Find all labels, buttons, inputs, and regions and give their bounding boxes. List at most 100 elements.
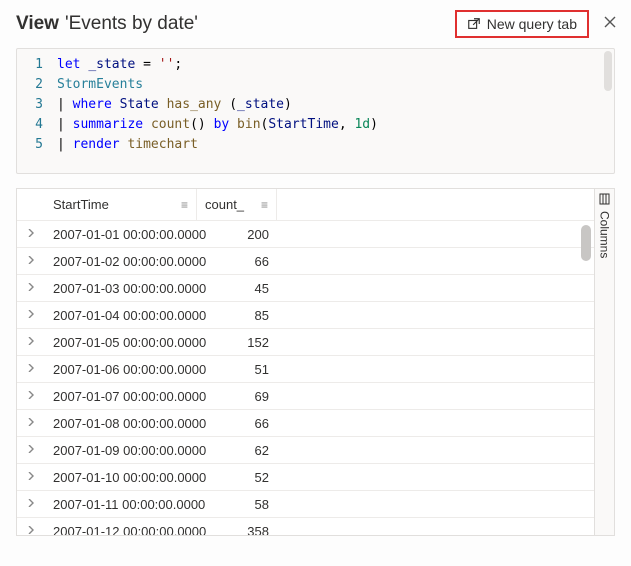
code-line: 5 | render timechart — [17, 135, 614, 155]
cell-starttime: 2007-01-07 00:00:00.0000 — [45, 389, 197, 404]
grid-scrollbar-thumb[interactable] — [581, 225, 591, 261]
cell-starttime: 2007-01-12 00:00:00.0000 — [45, 524, 197, 536]
cell-starttime: 2007-01-08 00:00:00.0000 — [45, 416, 197, 431]
table-row[interactable]: 2007-01-05 00:00:00.0000152 — [17, 329, 594, 356]
cell-starttime: 2007-01-02 00:00:00.0000 — [45, 254, 197, 269]
code-text[interactable]: let _state = ''; — [57, 55, 182, 75]
table-row[interactable]: 2007-01-01 00:00:00.0000200 — [17, 221, 594, 248]
editor-scrollbar[interactable] — [604, 51, 612, 91]
cell-starttime: 2007-01-10 00:00:00.0000 — [45, 470, 197, 485]
grid-body[interactable]: 2007-01-01 00:00:00.00002002007-01-02 00… — [17, 221, 594, 535]
table-row[interactable]: 2007-01-10 00:00:00.000052 — [17, 464, 594, 491]
cell-count: 152 — [197, 335, 277, 350]
cell-count: 66 — [197, 254, 277, 269]
row-expander[interactable] — [17, 310, 45, 321]
row-expander[interactable] — [17, 472, 45, 483]
row-expander[interactable] — [17, 283, 45, 294]
row-expander[interactable] — [17, 445, 45, 456]
cell-count: 69 — [197, 389, 277, 404]
columns-panel-toggle[interactable]: Columns — [594, 189, 614, 535]
table-row[interactable]: 2007-01-07 00:00:00.000069 — [17, 383, 594, 410]
cell-starttime: 2007-01-09 00:00:00.0000 — [45, 443, 197, 458]
cell-count: 62 — [197, 443, 277, 458]
chevron-right-icon — [27, 364, 35, 372]
line-number: 4 — [17, 115, 57, 135]
cell-starttime: 2007-01-06 00:00:00.0000 — [45, 362, 197, 377]
table-row[interactable]: 2007-01-06 00:00:00.000051 — [17, 356, 594, 383]
header-actions: New query tab — [455, 10, 621, 38]
cell-count: 85 — [197, 308, 277, 323]
line-number: 3 — [17, 95, 57, 115]
column-menu-icon[interactable]: ≡ — [261, 198, 268, 212]
cell-starttime: 2007-01-05 00:00:00.0000 — [45, 335, 197, 350]
open-external-icon — [467, 17, 481, 31]
cell-starttime: 2007-01-04 00:00:00.0000 — [45, 308, 197, 323]
chevron-right-icon — [27, 283, 35, 291]
new-query-tab-button[interactable]: New query tab — [455, 10, 589, 38]
line-number: 2 — [17, 75, 57, 95]
code-text[interactable]: | summarize count() by bin(StartTime, 1d… — [57, 115, 378, 135]
row-expander[interactable] — [17, 364, 45, 375]
row-expander[interactable] — [17, 499, 45, 510]
column-header-label: StartTime — [53, 197, 109, 212]
cell-count: 358 — [197, 524, 277, 536]
code-text[interactable]: | render timechart — [57, 135, 198, 155]
cell-starttime: 2007-01-11 00:00:00.0000 — [45, 497, 197, 512]
results-panel: StartTime ≡ count_ ≡ 2007-01-01 00:00:00… — [16, 188, 615, 536]
grid-header: StartTime ≡ count_ ≡ — [17, 189, 594, 221]
chevron-right-icon — [27, 391, 35, 399]
code-text[interactable]: | where State has_any (_state) — [57, 95, 292, 115]
table-row[interactable]: 2007-01-12 00:00:00.0000358 — [17, 518, 594, 535]
chevron-right-icon — [27, 229, 35, 237]
column-menu-icon[interactable]: ≡ — [181, 198, 188, 212]
chevron-right-icon — [27, 418, 35, 426]
columns-panel-label: Columns — [598, 211, 612, 258]
code-line: 4 | summarize count() by bin(StartTime, … — [17, 115, 614, 135]
table-row[interactable]: 2007-01-02 00:00:00.000066 — [17, 248, 594, 275]
column-header-label: count_ — [205, 197, 244, 212]
close-icon — [603, 15, 617, 29]
row-expander[interactable] — [17, 418, 45, 429]
cell-count: 45 — [197, 281, 277, 296]
cell-count: 52 — [197, 470, 277, 485]
cell-count: 66 — [197, 416, 277, 431]
row-expander[interactable] — [17, 391, 45, 402]
chevron-right-icon — [27, 472, 35, 480]
panel-header: View 'Events by date' New query tab — [10, 8, 621, 48]
columns-icon — [599, 193, 611, 205]
chevron-right-icon — [27, 445, 35, 453]
table-row[interactable]: 2007-01-03 00:00:00.000045 — [17, 275, 594, 302]
chevron-right-icon — [27, 526, 35, 534]
row-expander[interactable] — [17, 229, 45, 240]
cell-starttime: 2007-01-01 00:00:00.0000 — [45, 227, 197, 242]
cell-count: 200 — [197, 227, 277, 242]
code-line: 3 | where State has_any (_state) — [17, 95, 614, 115]
new-query-tab-label: New query tab — [487, 16, 577, 32]
code-text[interactable]: StormEvents — [57, 75, 143, 95]
close-button[interactable] — [599, 11, 621, 38]
table-row[interactable]: 2007-01-04 00:00:00.000085 — [17, 302, 594, 329]
line-number: 1 — [17, 55, 57, 75]
results-grid: StartTime ≡ count_ ≡ 2007-01-01 00:00:00… — [17, 189, 594, 535]
cell-count: 51 — [197, 362, 277, 377]
table-row[interactable]: 2007-01-09 00:00:00.000062 — [17, 437, 594, 464]
code-line: 2StormEvents — [17, 75, 614, 95]
chevron-right-icon — [27, 256, 35, 264]
column-header-starttime[interactable]: StartTime ≡ — [45, 189, 197, 220]
cell-starttime: 2007-01-03 00:00:00.0000 — [45, 281, 197, 296]
row-expander[interactable] — [17, 256, 45, 267]
code-line: 1let _state = ''; — [17, 55, 614, 75]
title-group: View 'Events by date' — [16, 13, 198, 35]
row-expander[interactable] — [17, 337, 45, 348]
chevron-right-icon — [27, 499, 35, 507]
table-row[interactable]: 2007-01-08 00:00:00.000066 — [17, 410, 594, 437]
view-label: View — [16, 13, 59, 35]
query-name: 'Events by date' — [65, 13, 198, 35]
table-row[interactable]: 2007-01-11 00:00:00.000058 — [17, 491, 594, 518]
row-expander[interactable] — [17, 526, 45, 536]
line-number: 5 — [17, 135, 57, 155]
column-header-count[interactable]: count_ ≡ — [197, 189, 277, 220]
chevron-right-icon — [27, 310, 35, 318]
chevron-right-icon — [27, 337, 35, 345]
query-editor[interactable]: 1let _state = '';2StormEvents3 | where S… — [16, 48, 615, 174]
